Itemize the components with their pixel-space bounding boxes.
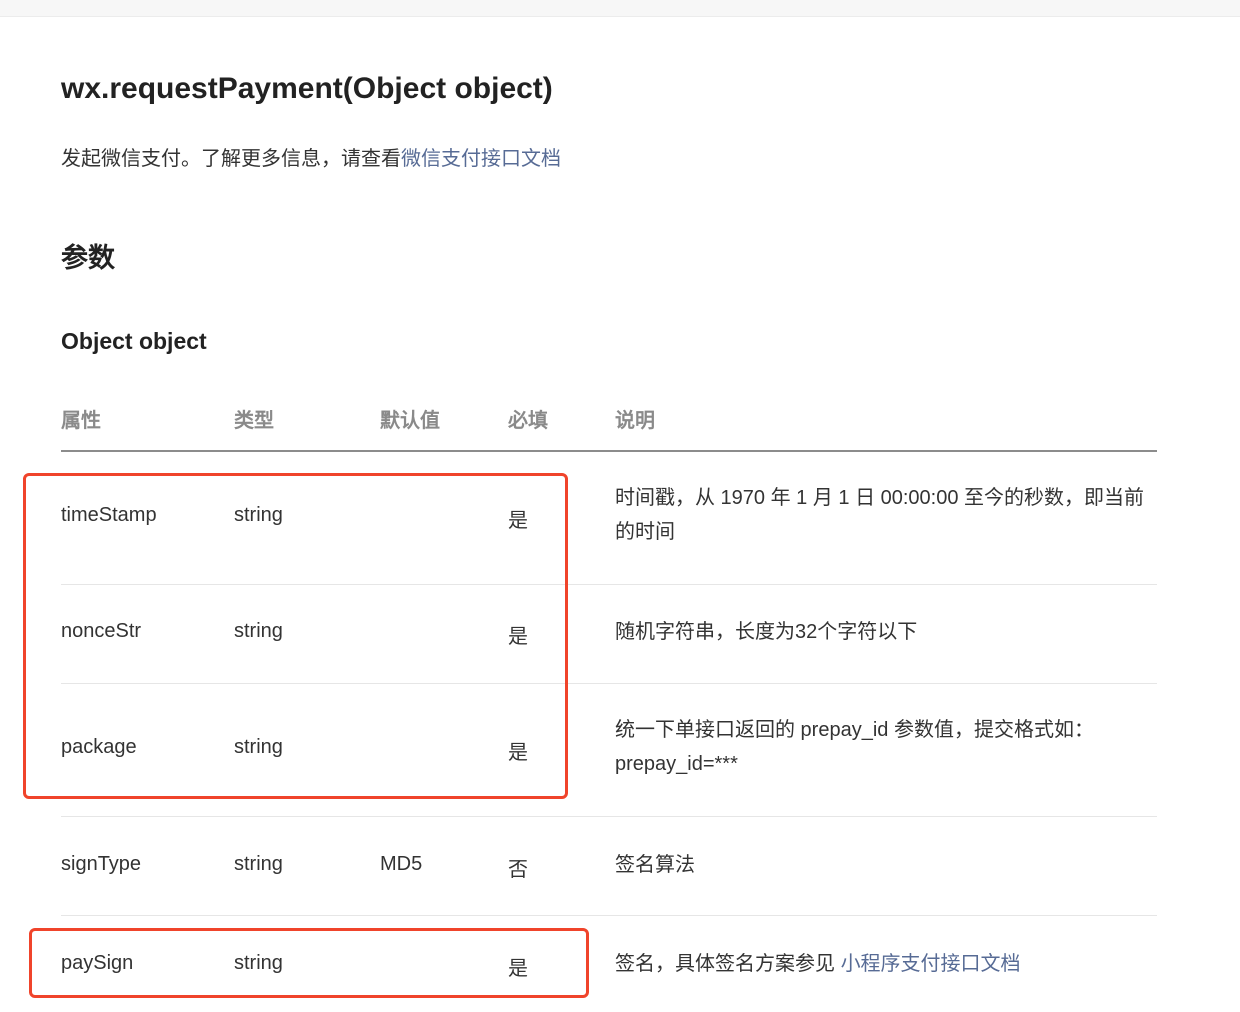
param-description-text: 签名，具体签名方案参见 bbox=[615, 953, 841, 975]
header-default: 默认值 bbox=[380, 410, 440, 432]
object-title: Object object bbox=[61, 328, 207, 354]
highlight-box-paysign bbox=[29, 928, 589, 998]
header-property: 属性 bbox=[61, 410, 101, 432]
table-header: 属性 类型 默认值 必填 说明 bbox=[61, 386, 1157, 452]
param-description: 统一下单接口返回的 prepay_id 参数值，提交格式如：prepay_id=… bbox=[615, 719, 1094, 775]
header-required: 必填 bbox=[508, 410, 548, 432]
header-type: 类型 bbox=[234, 410, 274, 432]
header-description: 说明 bbox=[615, 410, 655, 432]
top-bar bbox=[0, 0, 1240, 17]
section-title-params: 参数 bbox=[61, 243, 115, 273]
param-description: 签名，具体签名方案参见 小程序支付接口文档 bbox=[615, 947, 1160, 981]
api-title: wx.requestPayment(Object object) bbox=[61, 72, 553, 105]
param-required: 否 bbox=[508, 859, 528, 881]
param-type: string bbox=[234, 853, 283, 875]
api-description: 发起微信支付。了解更多信息，请查看微信支付接口文档 bbox=[61, 142, 561, 171]
param-default: MD5 bbox=[380, 853, 423, 875]
mini-program-pay-doc-link[interactable]: 小程序支付接口文档 bbox=[841, 953, 1021, 975]
param-description: 随机字符串，长度为32个字符以下 bbox=[615, 621, 918, 643]
param-name: signType bbox=[61, 853, 142, 875]
param-description: 签名算法 bbox=[615, 854, 695, 876]
table-row: signType string MD5 否 签名算法 bbox=[61, 817, 1157, 916]
description-text: 发起微信支付。了解更多信息，请查看 bbox=[61, 148, 401, 170]
wechat-pay-doc-link[interactable]: 微信支付接口文档 bbox=[401, 148, 561, 170]
param-description: 时间戳，从 1970 年 1 月 1 日 00:00:00 至今的秒数，即当前的… bbox=[615, 487, 1145, 543]
highlight-box-required-params bbox=[23, 473, 568, 799]
